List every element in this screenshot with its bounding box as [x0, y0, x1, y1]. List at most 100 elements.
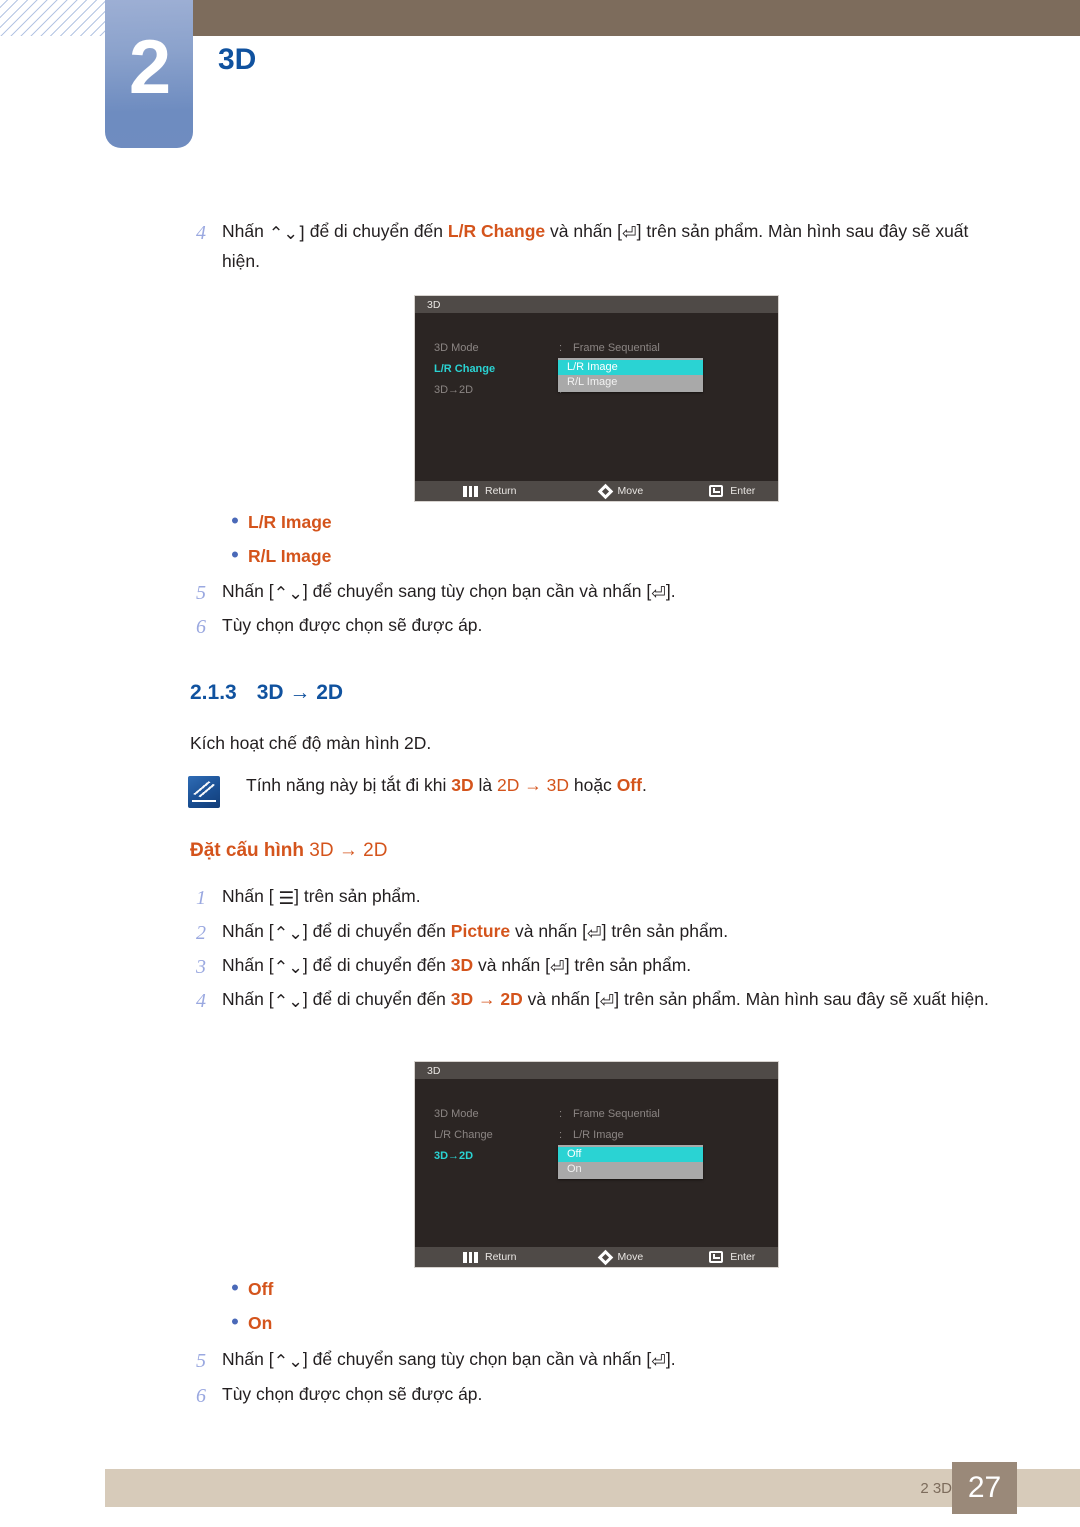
bullet-list-3d2d-options: • Off • On — [222, 1277, 273, 1345]
step-item: 3 Nhấn [⌃⌄] để di chuyển đến 3D và nhấn … — [190, 952, 1010, 983]
osd-footer: Return Move Enter — [415, 1247, 778, 1267]
bullet-label: On — [248, 1313, 273, 1333]
osd-title: 3D — [415, 1062, 778, 1079]
chapter-title: 3D — [218, 43, 257, 76]
osd-enter-hint: Enter — [709, 1251, 755, 1263]
step-number: 5 — [196, 1350, 206, 1372]
section-title: 3D → 2D — [256, 681, 344, 704]
bullet-list-lr-options: • L/R Image • R/L Image — [222, 510, 332, 578]
step-item: 4 Nhấn [⌃⌄] để di chuyển đến 3D → 2D và … — [190, 986, 1010, 1017]
step-number: 1 — [196, 887, 206, 909]
step-item: 6 Tùy chọn được chọn sẽ được áp. — [190, 612, 1010, 643]
osd-row-value: Frame Sequential — [573, 1107, 660, 1120]
step-text: Nhấn [⌃⌄] để di chuyển đến 3D và nhấn [⏎… — [222, 955, 692, 978]
osd-row-value: Frame Sequential — [573, 341, 660, 354]
osd-return-hint: Return — [463, 485, 517, 497]
osd-dropdown-option: L/R Image — [558, 360, 703, 375]
osd-enter-label: Enter — [730, 485, 756, 497]
osd-enter-label: Enter — [730, 1251, 756, 1263]
section-number: 2.1.3 — [190, 681, 237, 704]
bullet-dot-icon: • — [231, 1275, 239, 1300]
osd-return-label: Return — [485, 1251, 517, 1263]
step-item: 2 Nhấn [⌃⌄] để di chuyển đến Picture và … — [190, 918, 1010, 949]
list-item: • On — [222, 1311, 273, 1345]
osd-dropdown-option: Off — [558, 1147, 703, 1162]
osd-row: L/R Change : L/R Image — [415, 1124, 778, 1145]
osd-move-hint: Move — [597, 1249, 644, 1265]
osd-dropdown-option: On — [567, 1163, 582, 1175]
diamond-icon — [597, 1249, 613, 1265]
sub-heading-rest: 3D → 2D — [304, 840, 388, 861]
enter-icon — [709, 1251, 724, 1263]
osd-screenshot-lr-change: 3D 3D Mode : Frame Sequential L/R Change… — [415, 296, 778, 501]
osd-row-label: L/R Change — [434, 362, 496, 375]
note-text: Tính năng này bị tắt đi khi 3D là 2D → 3… — [246, 775, 647, 795]
step-text: Tùy chọn được chọn sẽ được áp. — [222, 1384, 483, 1404]
section-intro-text: Kích hoạt chế độ màn hình 2D. — [190, 733, 432, 753]
sub-heading-bold: Đặt cấu hình — [190, 840, 305, 861]
osd-move-label: Move — [617, 1251, 644, 1263]
bullet-dot-icon: • — [231, 508, 239, 533]
osd-return-hint: Return — [463, 1251, 517, 1263]
osd-row: 3D Mode : Frame Sequential — [415, 337, 778, 358]
step-text: Nhấn ⌃⌄] để di chuyển đến L/R Change và … — [222, 221, 969, 272]
osd-dropdown: Off On — [558, 1145, 703, 1179]
osd-move-hint: Move — [597, 483, 644, 499]
osd-screenshot-3d-to-2d: 3D 3D Mode : Frame Sequential L/R Change… — [415, 1062, 778, 1267]
bullet-dot-icon: • — [231, 1309, 239, 1334]
osd-colon: : — [559, 1128, 563, 1141]
section-heading: 2.1.3 3D → 2D — [190, 681, 343, 705]
osd-enter-hint: Enter — [709, 485, 755, 497]
osd-row-label: 3D Mode — [434, 1107, 479, 1120]
footer-chapter-label: 2 3D — [920, 1480, 952, 1497]
step-number: 4 — [196, 990, 206, 1012]
bullet-dot-icon: • — [231, 542, 239, 567]
step-number: 6 — [196, 616, 206, 638]
step-item: 1 Nhấn [ ☰] trên sản phẩm. — [190, 883, 1010, 914]
osd-footer: Return Move Enter — [415, 481, 778, 501]
page-number: 27 — [967, 1471, 1002, 1504]
osd-colon: : — [559, 1107, 563, 1120]
step-text: Nhấn [⌃⌄] để di chuyển đến 3D → 2D và nh… — [222, 989, 989, 1012]
step-number: 3 — [196, 956, 206, 978]
osd-row-label: L/R Change — [434, 1128, 493, 1141]
note-block: Tính năng này bị tắt đi khi 3D là 2D → 3… — [188, 775, 968, 808]
step-text: Nhấn [⌃⌄] để chuyển sang tùy chọn bạn cầ… — [222, 581, 676, 604]
menu-icon — [463, 1251, 478, 1263]
step-text: Nhấn [⌃⌄] để chuyển sang tùy chọn bạn cầ… — [222, 1349, 676, 1372]
enter-icon — [709, 485, 724, 497]
sub-heading: Đặt cấu hình 3D → 2D — [190, 840, 387, 862]
osd-colon: : — [559, 341, 563, 354]
chapter-tab: 2 — [105, 0, 193, 148]
step-text: Tùy chọn được chọn sẽ được áp. — [222, 615, 483, 635]
osd-body: 3D Mode : Frame Sequential L/R Change : … — [415, 313, 778, 481]
step-number: 6 — [196, 1385, 206, 1407]
osd-row-label: 3D Mode — [434, 341, 479, 354]
osd-title: 3D — [415, 296, 778, 313]
header-bar — [190, 0, 1080, 36]
osd-row-label: 3D→2D — [434, 383, 474, 396]
footer-page-box: 27 — [952, 1462, 1017, 1514]
step-number: 5 — [196, 582, 206, 604]
step-item: 4 Nhấn ⌃⌄] để di chuyển đến L/R Change v… — [190, 218, 1010, 275]
list-item: • L/R Image — [222, 510, 332, 544]
step-item: 6 Tùy chọn được chọn sẽ được áp. — [190, 1381, 1010, 1412]
osd-return-label: Return — [485, 485, 517, 497]
step-item: 5 Nhấn [⌃⌄] để chuyển sang tùy chọn bạn … — [190, 1346, 1010, 1377]
step-text: Nhấn [⌃⌄] để di chuyển đến Picture và nh… — [222, 921, 729, 944]
diamond-icon — [597, 483, 613, 499]
osd-body: 3D Mode : Frame Sequential L/R Change : … — [415, 1079, 778, 1247]
step-item: 5 Nhấn [⌃⌄] để chuyển sang tùy chọn bạn … — [190, 578, 1010, 609]
bullet-label: R/L Image — [248, 546, 332, 566]
note-pen-icon — [188, 776, 220, 808]
osd-move-label: Move — [617, 485, 644, 497]
step-text: Nhấn [ ☰] trên sản phẩm. — [222, 886, 421, 909]
menu-icon — [463, 485, 478, 497]
osd-row-label: 3D→2D — [434, 1149, 474, 1162]
osd-dropdown-option: R/L Image — [567, 376, 618, 388]
list-item: • Off — [222, 1277, 273, 1311]
chapter-number: 2 — [128, 25, 171, 110]
osd-row: 3D Mode : Frame Sequential — [415, 1103, 778, 1124]
osd-row-value: L/R Image — [573, 1128, 624, 1141]
osd-dropdown: L/R Image R/L Image — [558, 358, 703, 392]
